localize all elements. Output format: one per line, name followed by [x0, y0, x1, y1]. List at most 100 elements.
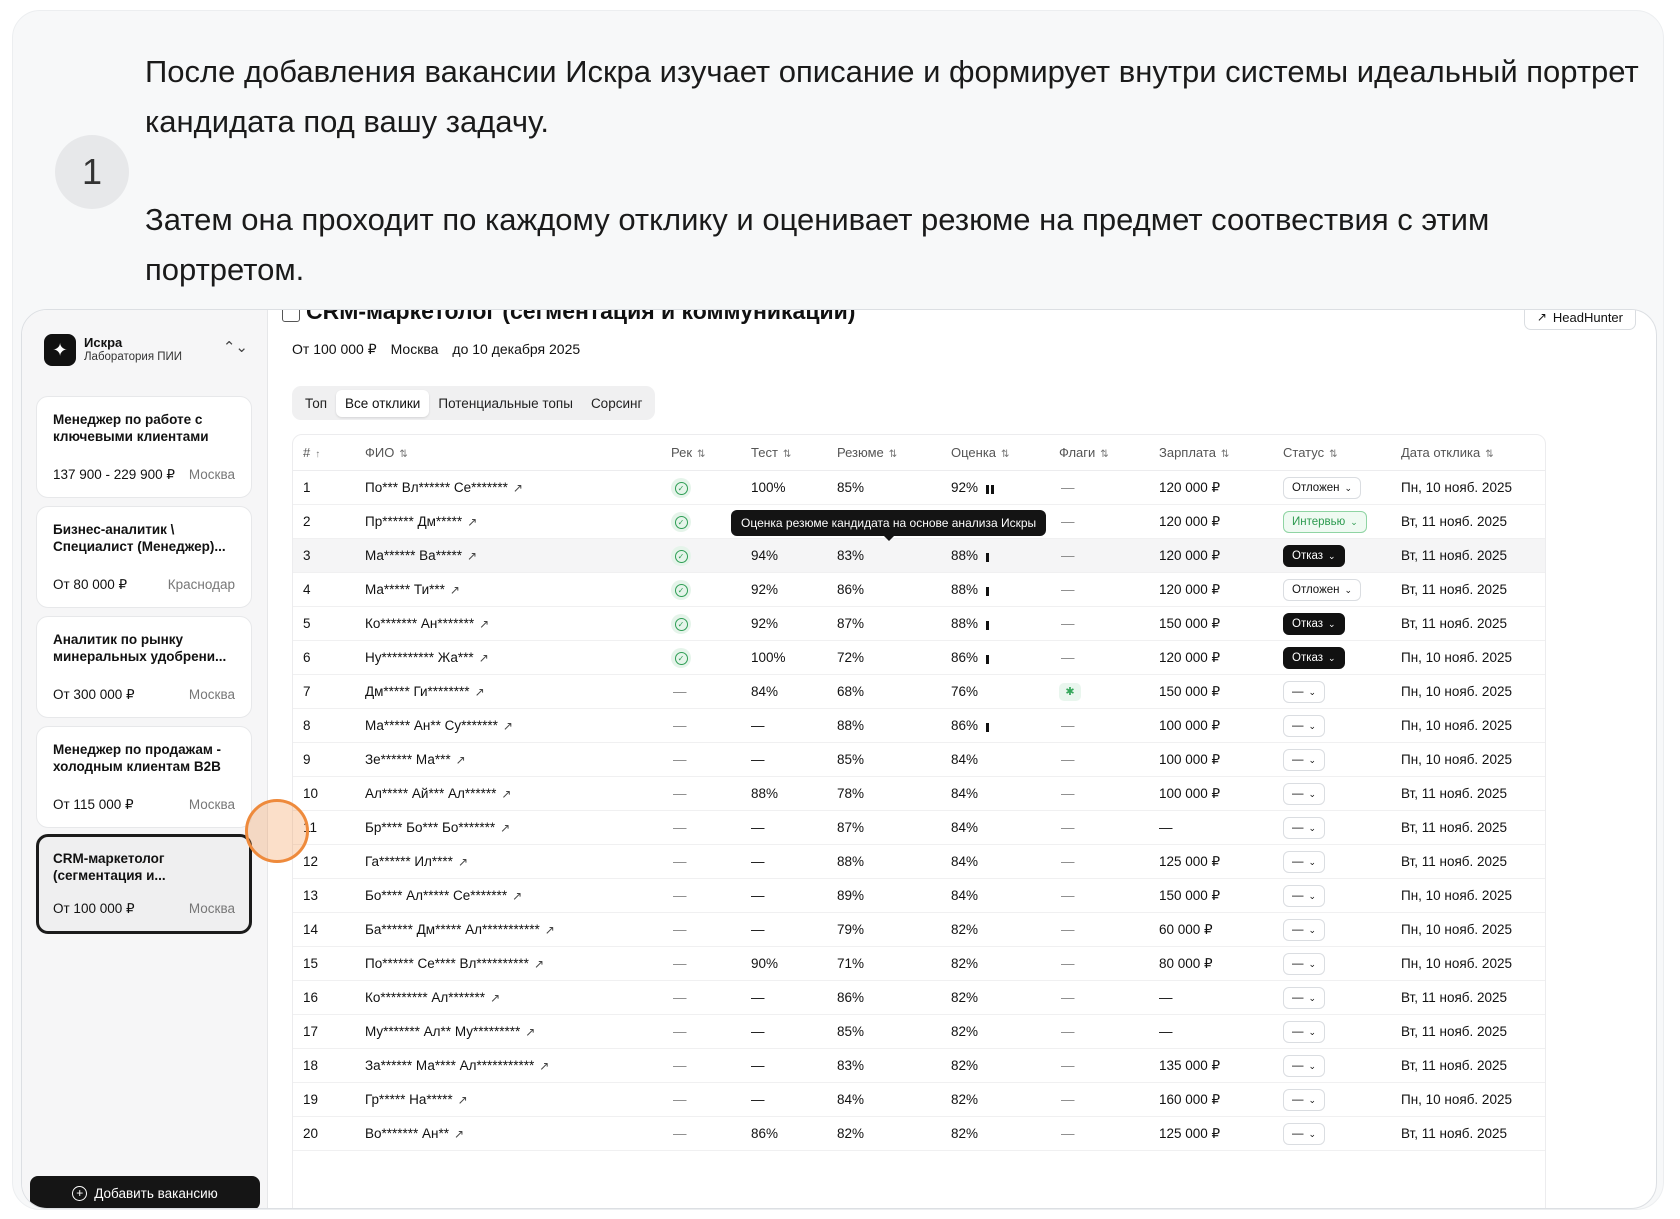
- candidate-name[interactable]: Пр****** Дм***** ↗: [365, 514, 477, 529]
- column-header-date[interactable]: Дата отклика ⇅: [1401, 445, 1494, 460]
- table-row[interactable]: 13 Бо**** Ал***** Се******* ↗ — — 89% 84% — 150 …: [293, 879, 1545, 913]
- status-dropdown[interactable]: Отказ ⌄: [1283, 545, 1345, 567]
- status-dropdown[interactable]: — ⌄: [1283, 953, 1326, 975]
- status-dropdown[interactable]: — ⌄: [1283, 715, 1326, 737]
- external-link-icon[interactable]: ↗: [454, 1127, 464, 1141]
- status-dropdown[interactable]: — ⌄: [1283, 681, 1326, 703]
- tab-potential-top[interactable]: Потенциальные топы: [429, 390, 582, 417]
- status-dropdown[interactable]: Интервью ⌄: [1283, 511, 1367, 533]
- external-link-icon[interactable]: ↗: [479, 651, 489, 665]
- external-link-icon[interactable]: ↗: [503, 719, 513, 733]
- table-row[interactable]: 1 По*** Вл****** Се******* ↗ ✓ 100% 85% 92% — 12…: [293, 471, 1545, 505]
- external-link-icon[interactable]: ↗: [479, 617, 489, 631]
- external-link-icon[interactable]: ↗: [475, 685, 485, 699]
- table-row[interactable]: 19 Гр***** На***** ↗ — — 84% 82% — 160 000 ₽ — ⌄ Пн…: [293, 1083, 1545, 1117]
- column-header-test[interactable]: Тест ⇅: [751, 445, 791, 460]
- table-row[interactable]: 3 Ма****** Ва***** ↗ ✓ 94% 83% 88% — 120 000 ₽ От…: [293, 539, 1545, 573]
- table-row[interactable]: 10 Ал***** Ай*** Ал****** ↗ — 88% 78% 84% — 100 …: [293, 777, 1545, 811]
- column-header-salary[interactable]: Зарплата ⇅: [1159, 445, 1229, 460]
- external-link-icon[interactable]: ↗: [467, 515, 477, 529]
- tab-all-responses[interactable]: Все отклики: [336, 389, 430, 417]
- external-link-icon[interactable]: ↗: [545, 923, 555, 937]
- external-link-icon[interactable]: ↗: [525, 1025, 535, 1039]
- tab-sourcing[interactable]: Сорсинг: [582, 390, 651, 417]
- external-link-icon[interactable]: ↗: [539, 1059, 549, 1073]
- vacancy-card[interactable]: Менеджер по продажам - холодным клиентам…: [36, 726, 252, 828]
- vacancy-card[interactable]: Менеджер по работе с ключевыми клиентами…: [36, 396, 252, 498]
- column-header-status[interactable]: Статус ⇅: [1283, 445, 1338, 460]
- status-dropdown[interactable]: — ⌄: [1283, 1055, 1326, 1077]
- external-link-icon[interactable]: ↗: [501, 787, 511, 801]
- table-row[interactable]: 6 Ну********** Жа*** ↗ ✓ 100% 72% 86% — 120 000 …: [293, 641, 1545, 675]
- status-dropdown[interactable]: — ⌄: [1283, 1123, 1326, 1145]
- table-row[interactable]: 16 Ко********* Ал******* ↗ — — 86% 82% — — — ⌄ Вт, …: [293, 981, 1545, 1015]
- vacancy-card[interactable]: Бизнес-аналитик \ Специалист (Менеджер).…: [36, 506, 252, 608]
- table-row[interactable]: 8 Ма***** Ан** Су******* ↗ — — 88% 86% — 100 000…: [293, 709, 1545, 743]
- status-dropdown[interactable]: Отказ ⌄: [1283, 647, 1345, 669]
- table-row[interactable]: 7 Дм***** Ги******** ↗ — 84% 68% 76% ✱ 150 000 ₽…: [293, 675, 1545, 709]
- add-vacancy-button[interactable]: + Добавить вакансию: [30, 1176, 260, 1208]
- external-link-icon[interactable]: ↗: [450, 583, 460, 597]
- status-dropdown[interactable]: — ⌄: [1283, 1021, 1326, 1043]
- org-switcher[interactable]: ✦ Искра Лаборатория ПИИ ⌃⌄: [44, 332, 254, 368]
- tab-top[interactable]: Топ: [296, 390, 336, 417]
- external-link-icon[interactable]: ↗: [512, 889, 522, 903]
- column-header-flags[interactable]: Флаги ⇅: [1059, 445, 1109, 460]
- candidate-name[interactable]: По****** Се**** Вл********** ↗: [365, 956, 544, 971]
- table-row[interactable]: 18 За****** Ма**** Ал*********** ↗ — — 83% 82%…: [293, 1049, 1545, 1083]
- status-dropdown[interactable]: Отказ ⌄: [1283, 613, 1345, 635]
- status-dropdown[interactable]: — ⌄: [1283, 919, 1326, 941]
- column-header-name[interactable]: ФИО ⇅: [365, 445, 408, 460]
- candidate-name[interactable]: Ма***** Ан** Су******* ↗: [365, 718, 513, 733]
- status-dropdown[interactable]: — ⌄: [1283, 885, 1326, 907]
- external-link-icon[interactable]: ↗: [513, 481, 523, 495]
- headhunter-link-button[interactable]: ↗ HeadHunter: [1523, 310, 1636, 330]
- candidate-name[interactable]: Му******* Ал** Му********* ↗: [365, 1024, 535, 1039]
- table-row[interactable]: 15 По****** Се**** Вл********** ↗ — 90% 71% 82…: [293, 947, 1545, 981]
- status-dropdown[interactable]: — ⌄: [1283, 783, 1326, 805]
- status-dropdown[interactable]: — ⌄: [1283, 987, 1326, 1009]
- candidate-name[interactable]: Ма***** Ти*** ↗: [365, 582, 460, 597]
- column-header-number[interactable]: # ↑: [303, 445, 320, 460]
- status-dropdown[interactable]: — ⌄: [1283, 749, 1326, 771]
- vacancy-card-active[interactable]: CRM-маркетолог (сегментация и... От 100 …: [36, 834, 252, 934]
- column-header-rec[interactable]: Рек ⇅: [671, 445, 705, 460]
- sidebar-toggle-icon[interactable]: [282, 310, 300, 322]
- candidate-name[interactable]: Во******* Ан** ↗: [365, 1126, 464, 1141]
- candidate-name[interactable]: Зе****** Ма*** ↗: [365, 752, 466, 767]
- candidate-name[interactable]: Дм***** Ги******** ↗: [365, 684, 485, 699]
- vacancy-card[interactable]: Аналитик по рынку минеральных удобрени..…: [36, 616, 252, 718]
- candidate-name[interactable]: Ну********** Жа*** ↗: [365, 650, 489, 665]
- table-row[interactable]: 9 Зе****** Ма*** ↗ — — 85% 84% — 100 000 ₽ — ⌄ Пн, …: [293, 743, 1545, 777]
- table-row[interactable]: 17 Му******* Ал** Му********* ↗ — — 85% 82% — — —…: [293, 1015, 1545, 1049]
- column-header-resume[interactable]: Резюме ⇅: [837, 445, 897, 460]
- candidate-name[interactable]: Бо**** Ал***** Се******* ↗: [365, 888, 522, 903]
- candidate-name[interactable]: Ба****** Дм***** Ал*********** ↗: [365, 922, 555, 937]
- external-link-icon[interactable]: ↗: [467, 549, 477, 563]
- external-link-icon[interactable]: ↗: [458, 855, 468, 869]
- status-dropdown[interactable]: Отложен ⌄: [1283, 579, 1362, 601]
- candidate-name[interactable]: Ма****** Ва***** ↗: [365, 548, 477, 563]
- candidate-name[interactable]: За****** Ма**** Ал*********** ↗: [365, 1058, 549, 1073]
- table-row[interactable]: 4 Ма***** Ти*** ↗ ✓ 92% 86% 88% — 120 000 ₽ Отлож…: [293, 573, 1545, 607]
- table-row[interactable]: 12 Га****** Ил**** ↗ — — 88% 84% — 125 000 ₽ — ⌄ Вт…: [293, 845, 1545, 879]
- chevron-updown-icon[interactable]: ⌃⌄: [223, 338, 248, 356]
- column-header-score[interactable]: Оценка ⇅: [951, 445, 1009, 460]
- candidate-name[interactable]: Бр**** Бо*** Бо******* ↗: [365, 820, 510, 835]
- external-link-icon[interactable]: ↗: [456, 753, 466, 767]
- candidate-name[interactable]: По*** Вл****** Се******* ↗: [365, 480, 523, 495]
- status-dropdown[interactable]: — ⌄: [1283, 1089, 1326, 1111]
- external-link-icon[interactable]: ↗: [458, 1093, 468, 1107]
- status-dropdown[interactable]: Отложен ⌄: [1283, 477, 1362, 499]
- table-row[interactable]: 14 Ба****** Дм***** Ал*********** ↗ — — 79% 82…: [293, 913, 1545, 947]
- candidate-name[interactable]: Ал***** Ай*** Ал****** ↗: [365, 786, 511, 801]
- table-row[interactable]: 20 Во******* Ан** ↗ — 86% 82% 82% — 125 000 ₽ — ⌄ В…: [293, 1117, 1545, 1151]
- external-link-icon[interactable]: ↗: [534, 957, 544, 971]
- status-dropdown[interactable]: — ⌄: [1283, 817, 1326, 839]
- candidate-name[interactable]: Ко********* Ал******* ↗: [365, 990, 500, 1005]
- candidate-name[interactable]: Га****** Ил**** ↗: [365, 854, 468, 869]
- external-link-icon[interactable]: ↗: [500, 821, 510, 835]
- external-link-icon[interactable]: ↗: [490, 991, 500, 1005]
- status-dropdown[interactable]: — ⌄: [1283, 851, 1326, 873]
- table-row[interactable]: 11 Бр**** Бо*** Бо******* ↗ — —87% 84% — — — ⌄ Вт,…: [293, 811, 1545, 845]
